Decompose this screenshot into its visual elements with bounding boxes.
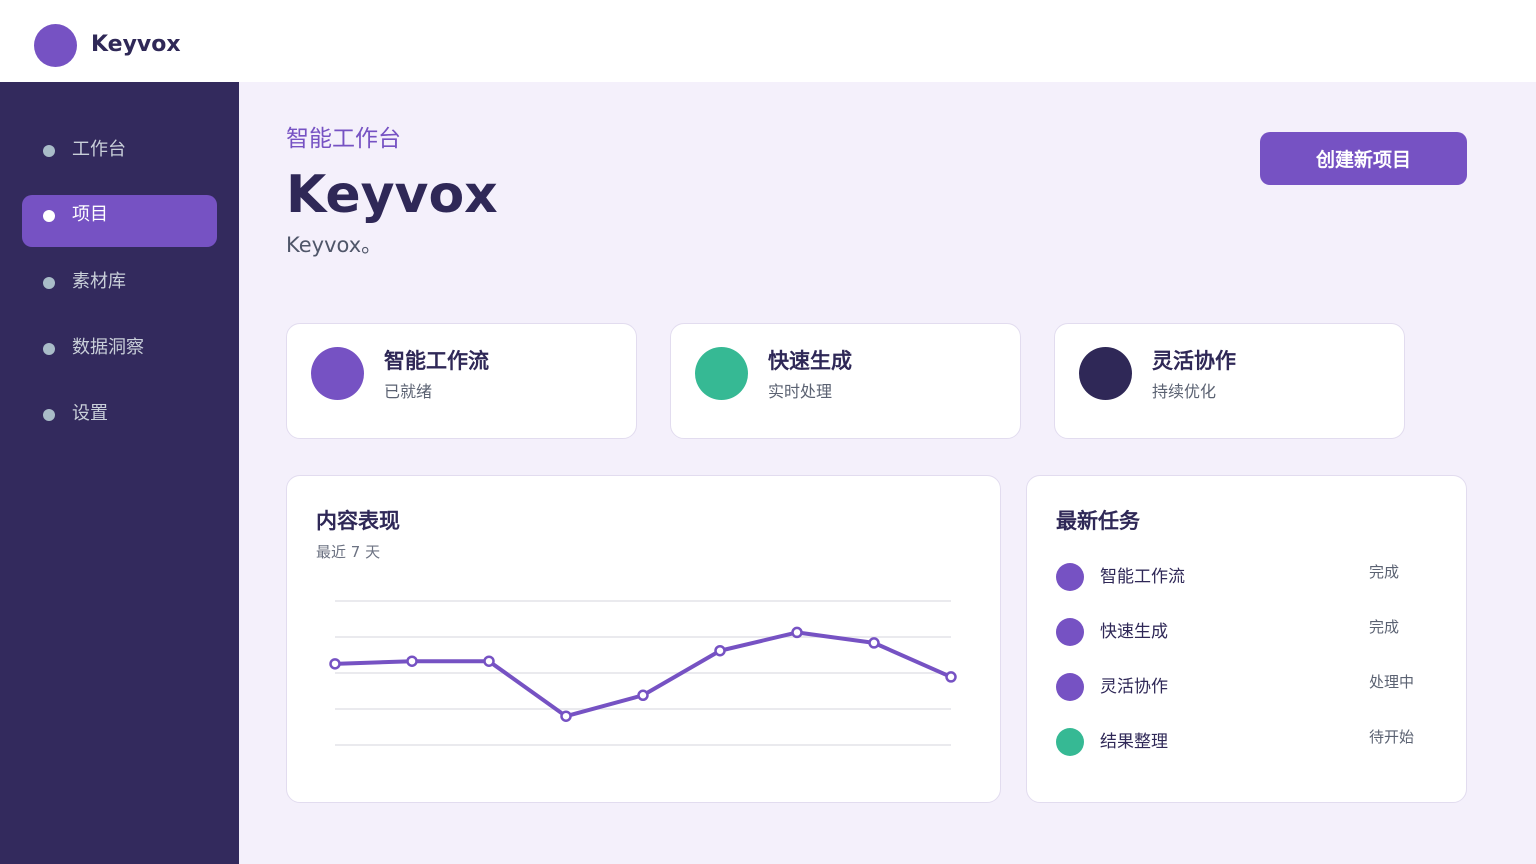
create-project-button[interactable]: 创建新项目 (1260, 132, 1467, 185)
chart-point[interactable] (714, 644, 726, 657)
sidebar: 工作台 项目 素材库 数据洞察 设置 (0, 82, 239, 864)
sidebar-item-settings[interactable]: 设置 (22, 388, 217, 440)
sidebar-item-label: 工作台 (72, 139, 126, 160)
performance-panel: 内容表现 最近 7 天 (286, 475, 1001, 803)
generation-icon (695, 347, 748, 400)
stat-title: 智能工作流 (384, 349, 489, 373)
sidebar-item-projects[interactable]: 项目 (22, 195, 217, 247)
chart-point[interactable] (406, 655, 418, 667)
sidebar-item-label: 数据洞察 (72, 337, 144, 358)
task-item[interactable]: 智能工作流 完成 (1056, 560, 1436, 594)
sidebar-item-workbench[interactable]: 工作台 (22, 124, 217, 176)
chart-point[interactable] (791, 626, 803, 639)
top-bar: Keyvox (0, 0, 1536, 82)
stat-title: 灵活协作 (1152, 349, 1236, 373)
workflow-icon (311, 347, 364, 400)
stat-subtitle: 持续优化 (1152, 382, 1217, 401)
page-title: Keyvox (286, 165, 498, 225)
task-status-icon (1056, 618, 1084, 646)
task-name: 结果整理 (1100, 732, 1168, 752)
tasks-title: 最新任务 (1056, 509, 1140, 533)
sidebar-item-label: 项目 (72, 204, 108, 225)
sidebar-item-assets[interactable]: 素材库 (22, 256, 217, 308)
page-subtitle: Keyvox。 (286, 233, 383, 257)
brand-name: Keyvox (91, 32, 181, 57)
stat-card-workflow[interactable]: 智能工作流 已就绪 (286, 323, 637, 439)
chart-series-line (333, 630, 953, 719)
task-name: 快速生成 (1100, 622, 1168, 642)
task-item[interactable]: 快速生成 完成 (1056, 615, 1436, 649)
task-status-icon (1056, 728, 1084, 756)
bullet-icon (43, 343, 55, 355)
task-name: 灵活协作 (1100, 677, 1168, 697)
stat-title: 快速生成 (768, 349, 852, 373)
sidebar-item-label: 设置 (72, 403, 108, 424)
task-item[interactable]: 结果整理 待开始 (1056, 725, 1436, 759)
chart-point[interactable] (945, 671, 957, 683)
chart-point[interactable] (868, 637, 880, 649)
chart-point[interactable] (560, 710, 572, 722)
bullet-icon (43, 145, 55, 157)
chart-point[interactable] (329, 658, 341, 670)
logo-icon[interactable] (34, 24, 77, 67)
collaboration-icon (1079, 347, 1132, 400)
stat-subtitle: 实时处理 (768, 382, 833, 401)
stat-card-generation[interactable]: 快速生成 实时处理 (670, 323, 1021, 439)
sidebar-item-insights[interactable]: 数据洞察 (22, 322, 217, 374)
task-name: 智能工作流 (1100, 567, 1185, 587)
task-status-icon (1056, 563, 1084, 591)
tasks-panel: 最新任务 智能工作流 完成 快速生成 完成 灵活协作 处理中 结果整理 待开始 (1026, 475, 1467, 803)
bullet-icon (43, 210, 55, 222)
sidebar-item-label: 素材库 (72, 271, 126, 292)
chart-point[interactable] (483, 655, 495, 667)
page-eyebrow: 智能工作台 (286, 126, 401, 152)
task-status: 处理中 (1369, 673, 1415, 691)
chart-point[interactable] (637, 689, 649, 702)
task-status: 完成 (1369, 618, 1400, 636)
task-status: 待开始 (1369, 728, 1415, 746)
bullet-icon (43, 409, 55, 421)
task-status: 完成 (1369, 563, 1400, 581)
bullet-icon (43, 277, 55, 289)
task-item[interactable]: 灵活协作 处理中 (1056, 670, 1436, 704)
task-status-icon (1056, 673, 1084, 701)
stat-subtitle: 已就绪 (384, 382, 433, 401)
performance-chart (329, 600, 957, 746)
stat-card-collaboration[interactable]: 灵活协作 持续优化 (1054, 323, 1405, 439)
